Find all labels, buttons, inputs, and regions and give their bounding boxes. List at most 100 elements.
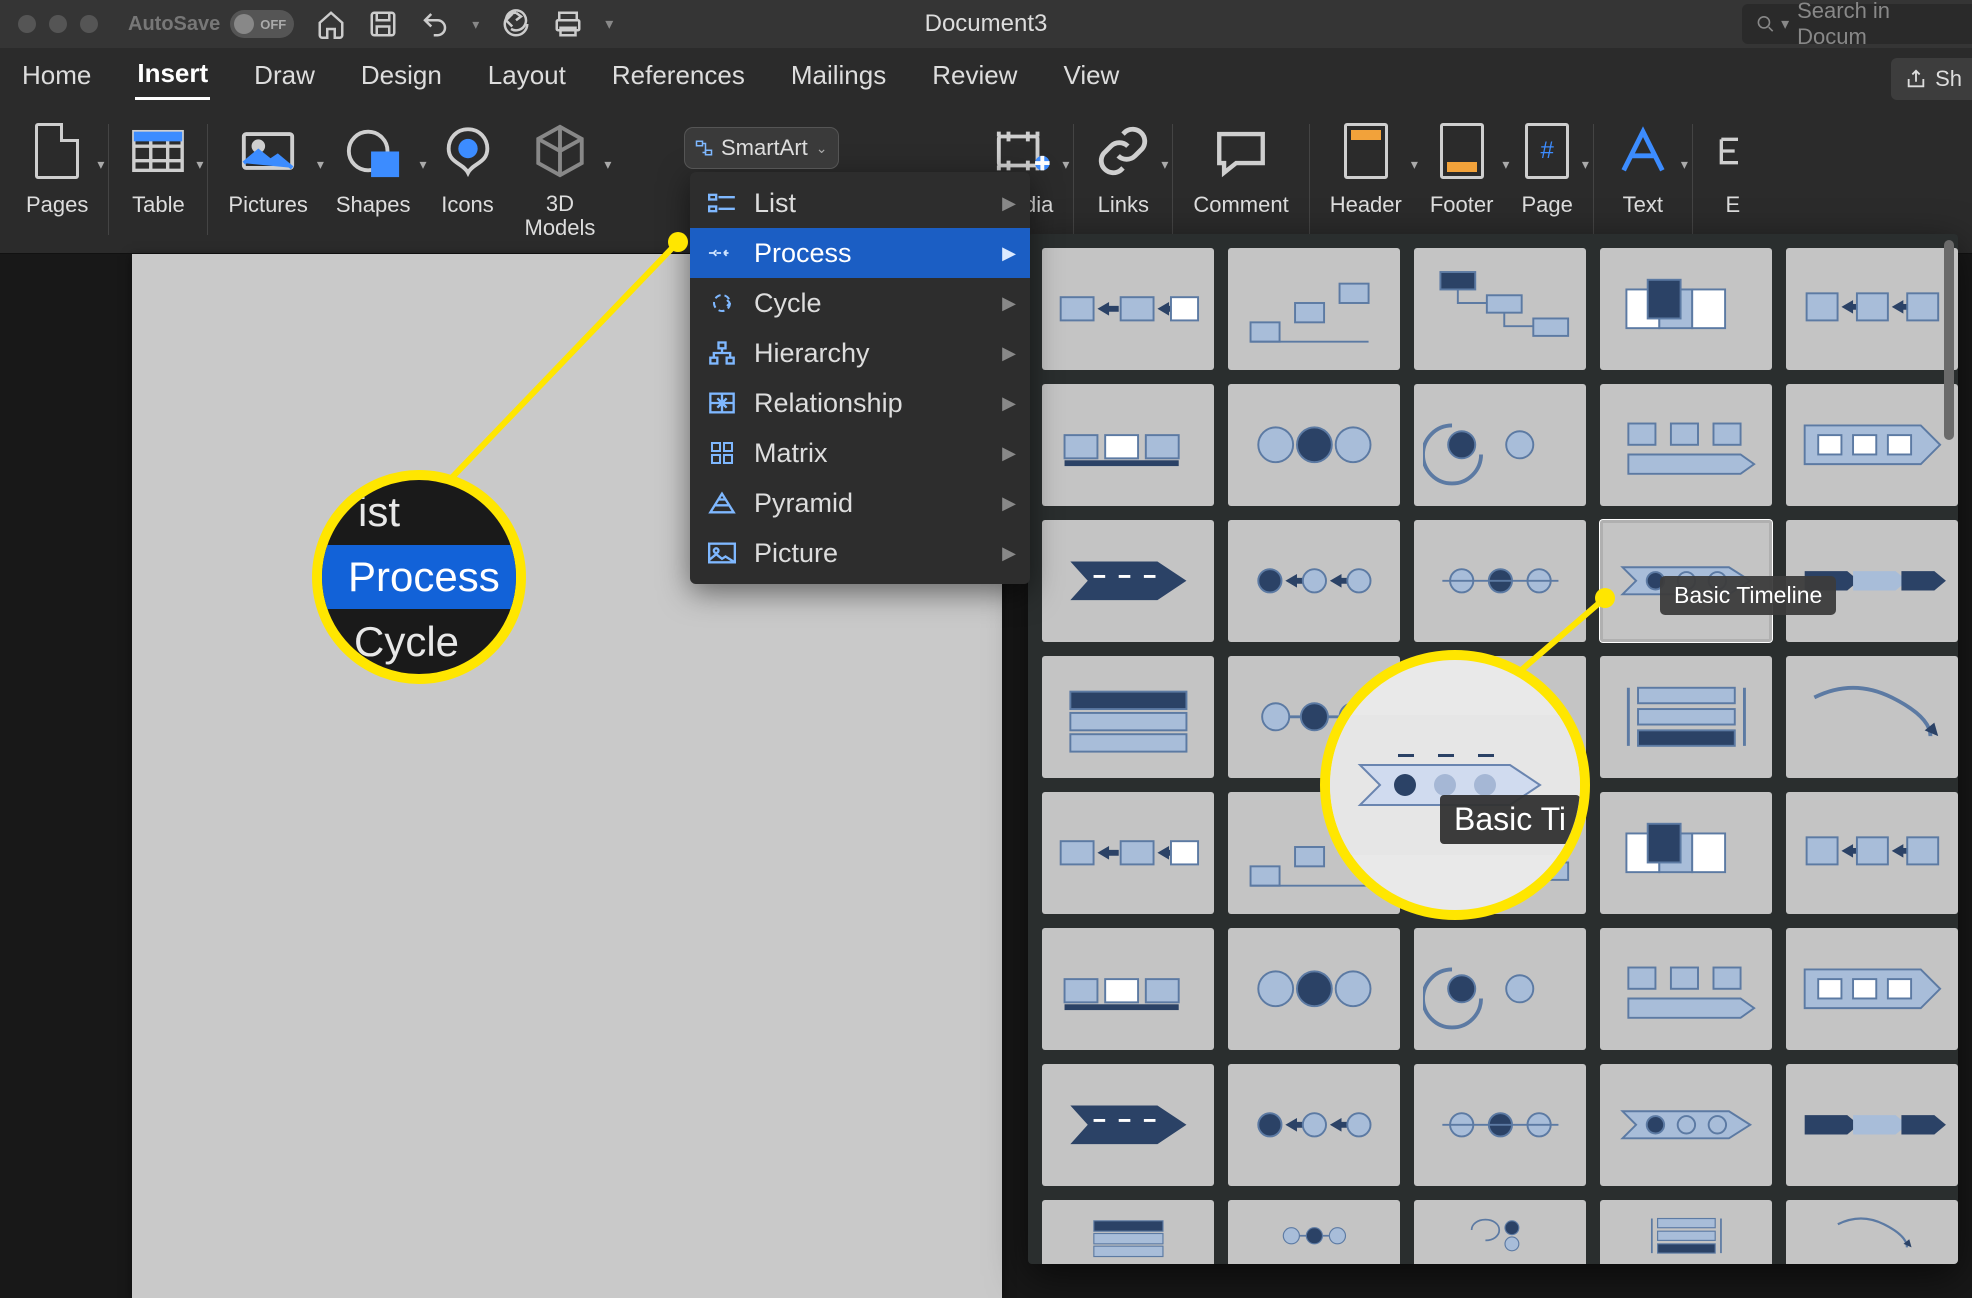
menu-item-process[interactable]: Process ▶ (690, 228, 1030, 278)
ribbon-group-links[interactable]: Links ▾ (1080, 106, 1166, 253)
menu-item-relationship[interactable]: Relationship ▶ (690, 378, 1030, 428)
gallery-thumbnail[interactable] (1414, 384, 1586, 506)
gallery-thumbnail[interactable] (1786, 248, 1958, 370)
ribbon-group-pages[interactable]: Pages ▾ (12, 106, 102, 253)
ribbon-group-comment[interactable]: Comment (1179, 106, 1302, 253)
gallery-thumbnail[interactable] (1042, 520, 1214, 642)
tab-design[interactable]: Design (359, 56, 444, 99)
picture-icon (708, 541, 736, 565)
undo-chevron-icon[interactable]: ▾ (472, 16, 479, 33)
menu-item-cycle[interactable]: Cycle ▶ (690, 278, 1030, 328)
save-icon[interactable] (368, 9, 398, 39)
smartart-dropdown-button[interactable]: SmartArt ⌄ (685, 128, 838, 168)
tab-home[interactable]: Home (20, 56, 93, 99)
gallery-thumbnail[interactable] (1600, 656, 1772, 778)
home-icon[interactable] (316, 9, 346, 39)
gallery-thumbnail[interactable] (1414, 248, 1586, 370)
ribbon-group-page-number[interactable]: # Page ▾ (1507, 106, 1586, 253)
autosave-state: OFF (260, 17, 286, 32)
gallery-thumbnail[interactable] (1600, 792, 1772, 914)
gallery-thumbnail[interactable] (1042, 1064, 1214, 1186)
ribbon-group-equation[interactable]: E (1699, 106, 1753, 253)
qat-customize-icon[interactable]: ▾ (605, 14, 613, 34)
gallery-thumbnail[interactable] (1600, 1064, 1772, 1186)
gallery-thumbnail[interactable] (1228, 384, 1400, 506)
tab-view[interactable]: View (1061, 56, 1121, 99)
autosave-toggle[interactable]: AutoSave OFF (128, 10, 294, 38)
ribbon-group-pictures[interactable]: Pictures ▾ (214, 106, 321, 253)
menu-item-hierarchy[interactable]: Hierarchy ▶ (690, 328, 1030, 378)
gallery-thumbnail[interactable] (1786, 792, 1958, 914)
share-button[interactable]: Sh (1891, 58, 1972, 100)
gallery-thumbnail[interactable] (1786, 656, 1958, 778)
tab-layout[interactable]: Layout (486, 56, 568, 99)
gallery-thumbnail[interactable] (1228, 520, 1400, 642)
gallery-thumbnail[interactable] (1042, 656, 1214, 778)
gallery-thumbnail[interactable] (1228, 248, 1400, 370)
gallery-thumbnail[interactable] (1042, 928, 1214, 1050)
undo-icon[interactable] (420, 9, 450, 39)
minimize-traffic-icon[interactable] (49, 15, 67, 33)
window-controls[interactable] (0, 15, 98, 33)
submenu-arrow-icon: ▶ (1002, 543, 1016, 564)
chevron-down-icon[interactable]: ▾ (1582, 156, 1589, 173)
tab-draw[interactable]: Draw (252, 56, 317, 99)
ribbon-group-shapes[interactable]: Shapes ▾ (322, 106, 425, 253)
gallery-scrollbar[interactable] (1944, 240, 1954, 1258)
gallery-thumbnail[interactable] (1600, 928, 1772, 1050)
separator (207, 124, 208, 235)
ribbon-group-icons[interactable]: Icons (425, 106, 511, 253)
search-icon (1756, 14, 1775, 34)
process-icon (708, 241, 736, 265)
gallery-thumbnail[interactable] (1414, 1200, 1586, 1264)
chevron-down-icon[interactable]: ▾ (1681, 156, 1688, 173)
gallery-thumbnail[interactable] (1414, 928, 1586, 1050)
gallery-thumbnail[interactable] (1042, 248, 1214, 370)
chevron-down-icon[interactable]: ▾ (196, 156, 203, 173)
ribbon-group-footer[interactable]: Footer ▾ (1416, 106, 1508, 253)
menu-item-matrix[interactable]: Matrix ▶ (690, 428, 1030, 478)
gallery-thumbnail[interactable] (1414, 520, 1586, 642)
gallery-thumbnail[interactable] (1786, 928, 1958, 1050)
zoom-traffic-icon[interactable] (80, 15, 98, 33)
chevron-down-icon[interactable]: ▾ (1161, 156, 1168, 173)
menu-item-pyramid[interactable]: Pyramid ▶ (690, 478, 1030, 528)
chevron-down-icon[interactable]: ▾ (97, 156, 104, 173)
chevron-down-icon[interactable]: ▾ (604, 156, 611, 173)
search-input[interactable]: ▾ Search in Docum (1742, 4, 1972, 44)
tab-mailings[interactable]: Mailings (789, 56, 888, 99)
gallery-thumbnail[interactable] (1042, 792, 1214, 914)
tab-references[interactable]: References (610, 56, 747, 99)
gallery-thumbnail[interactable] (1228, 1064, 1400, 1186)
ribbon-group-text[interactable]: Text ▾ (1600, 106, 1686, 253)
autosave-switch[interactable]: OFF (230, 10, 294, 38)
gallery-thumbnail[interactable] (1786, 1064, 1958, 1186)
comment-icon (1212, 122, 1270, 180)
menu-item-label: Relationship (754, 388, 903, 419)
gallery-thumbnail[interactable] (1228, 928, 1400, 1050)
gallery-thumbnail[interactable] (1414, 1064, 1586, 1186)
tab-review[interactable]: Review (930, 56, 1019, 99)
ribbon-group-3d-models[interactable]: 3DModels ▾ (511, 106, 610, 253)
gallery-thumbnail[interactable] (1600, 384, 1772, 506)
ribbon-group-table[interactable]: Table ▾ (115, 106, 201, 253)
chevron-down-icon[interactable]: ▾ (1062, 156, 1069, 173)
redo-icon[interactable] (501, 9, 531, 39)
ribbon-label: 3DModels (525, 192, 596, 240)
gallery-thumbnail[interactable] (1786, 1200, 1958, 1264)
gallery-thumbnail[interactable] (1600, 1200, 1772, 1264)
gallery-thumbnail[interactable] (1042, 384, 1214, 506)
print-icon[interactable] (553, 9, 583, 39)
tab-insert[interactable]: Insert (135, 54, 210, 100)
search-chevron-icon[interactable]: ▾ (1781, 14, 1789, 34)
gallery-thumbnail[interactable] (1228, 1200, 1400, 1264)
gallery-thumbnail[interactable] (1042, 1200, 1214, 1264)
menu-item-label: Matrix (754, 438, 828, 469)
gallery-thumbnail[interactable] (1786, 384, 1958, 506)
scrollbar-thumb[interactable] (1944, 240, 1954, 440)
menu-item-picture[interactable]: Picture ▶ (690, 528, 1030, 578)
menu-item-list[interactable]: List ▶ (690, 178, 1030, 228)
close-traffic-icon[interactable] (18, 15, 36, 33)
ribbon-group-header[interactable]: Header ▾ (1316, 106, 1416, 253)
gallery-thumbnail[interactable] (1600, 248, 1772, 370)
